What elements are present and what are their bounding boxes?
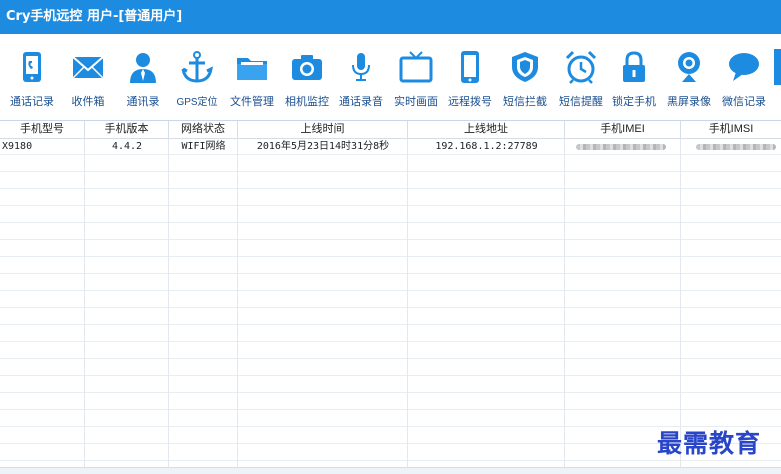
watermark: 最需教育 — [657, 429, 762, 458]
live-screen-button[interactable]: 实时画面 — [389, 34, 443, 120]
window-title: Cry手机远控 用户-[普通用户] — [0, 0, 781, 34]
toolbar: 通话记录 收件箱 通讯录 GPS定位 文件管理 相机监控 通话录音 实时画面 远… — [0, 34, 781, 121]
column-header-address[interactable]: 上线地址 — [408, 121, 565, 138]
contacts-button[interactable]: 通讯录 — [116, 34, 170, 120]
table-header: 手机型号 手机版本 网络状态 上线时间 上线地址 手机IMEI 手机IMSI — [0, 121, 781, 139]
cell-imsi-redacted — [696, 144, 776, 150]
column-header-network[interactable]: 网络状态 — [169, 121, 238, 138]
file-manager-button[interactable]: 文件管理 — [225, 34, 279, 120]
cell-online-time: 2016年5月23日14时31分8秒 — [256, 141, 390, 152]
lock-icon — [616, 49, 652, 85]
column-header-version[interactable]: 手机版本 — [85, 121, 169, 138]
alarm-clock-icon — [563, 49, 599, 85]
table-row[interactable]: X9180 4.4.2 WIFI网络 2016年5月23日14时31分8秒 19… — [0, 139, 781, 155]
column-header-imei[interactable]: 手机IMEI — [565, 121, 681, 138]
table-grid — [0, 121, 781, 467]
gps-button[interactable]: GPS定位 — [170, 34, 224, 120]
sms-alert-button[interactable]: 短信提醒 — [554, 34, 608, 120]
cell-imei-redacted — [576, 144, 666, 150]
column-header-model[interactable]: 手机型号 — [0, 121, 85, 138]
cell-version: 4.4.2 — [111, 141, 143, 152]
toolbar-overflow-edge — [774, 49, 781, 85]
remote-dial-button[interactable]: 远程拨号 — [443, 34, 497, 120]
column-header-online-time[interactable]: 上线时间 — [238, 121, 408, 138]
folder-icon — [234, 49, 270, 85]
inbox-button[interactable]: 收件箱 — [61, 34, 115, 120]
call-log-button[interactable]: 通话记录 — [5, 34, 59, 120]
shield-icon — [507, 49, 543, 85]
cell-model: X9180 — [2, 141, 33, 152]
chat-bubble-icon — [726, 49, 762, 85]
wechat-log-label: 微信记录 — [722, 96, 766, 108]
column-header-imsi[interactable]: 手机IMSI — [681, 121, 781, 138]
microphone-icon — [343, 49, 379, 85]
cell-network: WIFI网络 — [181, 141, 226, 152]
camera-monitor-button[interactable]: 相机监控 — [280, 34, 334, 120]
sms-intercept-button[interactable]: 短信拦截 — [498, 34, 552, 120]
phone-icon — [452, 49, 488, 85]
call-recording-button[interactable]: 通话录音 — [334, 34, 388, 120]
wechat-log-button[interactable]: 微信记录 — [717, 34, 771, 120]
cell-address: 192.168.1.2:27789 — [435, 141, 538, 152]
envelope-icon — [70, 49, 106, 85]
lock-phone-button[interactable]: 锁定手机 — [607, 34, 661, 120]
gps-icon — [179, 49, 215, 85]
black-screen-record-button[interactable]: 黑屏录像 — [662, 34, 716, 120]
tv-icon — [398, 49, 434, 85]
webcam-icon — [671, 49, 707, 85]
contacts-icon — [125, 49, 161, 85]
call-log-icon — [14, 49, 50, 85]
device-table: 手机型号 手机版本 网络状态 上线时间 上线地址 手机IMEI 手机IMSI X… — [0, 121, 781, 467]
camera-icon — [289, 49, 325, 85]
